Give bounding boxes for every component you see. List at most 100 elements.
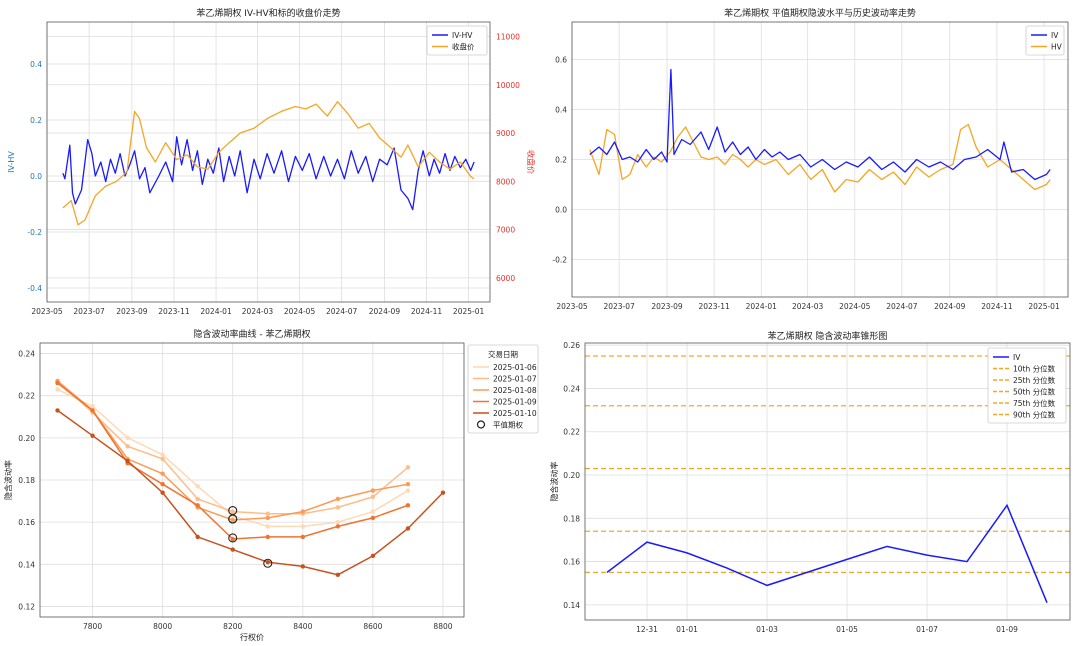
y2-tick-label: 11000 — [496, 32, 520, 41]
data-point — [265, 515, 270, 521]
x-tick-label: 7800 — [83, 622, 102, 631]
x-tick-label: 8200 — [223, 622, 242, 631]
data-point — [195, 503, 200, 508]
data-point — [370, 509, 376, 514]
data-point — [405, 526, 411, 531]
y-tick-label: 0.2 — [30, 116, 42, 125]
data-point — [265, 534, 270, 540]
series-line-iv — [589, 68, 1051, 181]
y-tick-label: 0.6 — [555, 56, 567, 65]
legend-label: 50th 分位数 — [1013, 387, 1056, 397]
y-tick-label: 0.0 — [30, 172, 42, 181]
series-line-iv — [606, 503, 1048, 603]
y2-axis-label: 收盘价 — [526, 150, 536, 174]
y-tick-label: 0.18 — [563, 514, 580, 523]
legend-label: 25th 分位数 — [1013, 375, 1056, 385]
y-tick-label: 0.20 — [18, 434, 35, 443]
x-tick-label: 2023-05 — [31, 307, 63, 316]
y-tick-label: 0.26 — [563, 341, 580, 350]
data-point — [405, 488, 411, 493]
x-tick-label: 2024-03 — [792, 302, 824, 311]
y2-tick-label: 10000 — [496, 81, 520, 90]
data-point — [125, 458, 130, 464]
legend-label: HV — [1051, 43, 1063, 52]
x-tick-label: 2024-07 — [886, 302, 918, 311]
x-tick-label: 2024-05 — [839, 302, 871, 311]
x-tick-label: 2024-11 — [981, 302, 1013, 311]
y-tick-label: 0.4 — [30, 60, 42, 69]
data-point — [265, 511, 270, 516]
data-point — [405, 465, 411, 470]
data-point — [335, 496, 341, 502]
data-point — [265, 524, 270, 529]
x-tick-label: 2024-07 — [326, 307, 358, 316]
data-point — [335, 505, 341, 510]
legend-label: 2025-01-09 — [493, 398, 537, 407]
data-point — [230, 536, 235, 542]
x-tick-label: 2024-09 — [934, 302, 966, 311]
chart-iv-hv-price: -0.4 -0.2 0.0 0.2 0.4 6000 7000 8000 9000 10000 11… — [7, 7, 536, 316]
x-tick-label: 2024-03 — [242, 307, 274, 316]
legend-label: 2025-01-06 — [493, 363, 537, 372]
x-tick-label: 2023-09 — [116, 307, 148, 316]
data-point — [160, 482, 165, 487]
data-point — [55, 408, 60, 413]
data-point — [55, 387, 60, 392]
x-tick-label: 2023-07 — [73, 307, 105, 316]
x-tick-label: 01-03 — [756, 625, 778, 634]
y2-tick-label: 8000 — [496, 177, 515, 186]
data-point — [160, 471, 165, 476]
legend-label: IV — [1013, 353, 1021, 362]
legend-label: IV — [1051, 31, 1059, 40]
data-point — [90, 404, 95, 409]
x-tick-label: 2024-01 — [200, 307, 232, 316]
data-point — [230, 509, 235, 514]
data-point — [195, 496, 200, 502]
data-point — [90, 408, 95, 413]
data-point — [55, 380, 60, 386]
y-tick-label: 0.24 — [18, 350, 35, 359]
y-tick-label: -0.2 — [27, 228, 42, 237]
data-point — [405, 482, 411, 487]
y2-tick-label: 6000 — [496, 274, 515, 283]
data-point — [300, 564, 306, 569]
legend-label: 75th 分位数 — [1013, 398, 1056, 408]
y-tick-label: 0.0 — [555, 206, 567, 215]
x-tick-label: 8800 — [433, 622, 452, 631]
x-tick-label: 8600 — [363, 622, 382, 631]
data-point — [160, 456, 165, 462]
legend-label: 收盘价 — [452, 42, 475, 52]
data-point — [370, 515, 376, 521]
y-tick-label: -0.2 — [552, 256, 567, 265]
x-tick-label: 01-01 — [676, 625, 698, 634]
x-tick-label: 2024-11 — [411, 307, 443, 316]
y-tick-label: 0.18 — [18, 476, 35, 485]
data-point — [405, 503, 411, 508]
data-point — [90, 433, 95, 438]
x-tick-label: 01-05 — [836, 625, 858, 634]
data-point — [125, 435, 130, 441]
x-tick-label: 2023-11 — [158, 307, 190, 316]
chart-title: 苯乙烯期权 IV-HV和标的收盘价走势 — [196, 7, 340, 19]
data-point — [230, 517, 235, 523]
chart-title: 苯乙烯期权 隐含波动率锥形图 — [768, 330, 888, 342]
data-point — [440, 490, 446, 495]
legend-title: 交易日期 — [488, 349, 518, 359]
data-point — [335, 572, 341, 578]
x-tick-label: 2024-05 — [284, 307, 316, 316]
data-point — [125, 444, 130, 449]
data-point — [195, 534, 200, 540]
legend-label: 2025-01-07 — [493, 375, 537, 384]
x-tick-label: 01-09 — [996, 625, 1018, 634]
x-tick-label: 8400 — [293, 622, 312, 631]
series-line-hv — [589, 123, 1051, 193]
chart-title: 苯乙烯期权 平值期权隐波水平与历史波动率走势 — [724, 7, 916, 19]
y-tick-label: 0.12 — [18, 602, 35, 611]
data-point — [370, 553, 376, 559]
y-axis-label: 隐含波动率 — [549, 462, 559, 502]
x-tick-label: 2023-07 — [603, 302, 635, 311]
x-tick-label: 2023-11 — [698, 302, 730, 311]
chart-volatility-cone: 0.14 0.16 0.18 0.20 0.22 0.24 0.26 12-31 01-01 01… — [549, 330, 1071, 634]
legend-label: 平值期权 — [493, 420, 523, 430]
x-tick-label: 2025-01 — [453, 307, 485, 316]
